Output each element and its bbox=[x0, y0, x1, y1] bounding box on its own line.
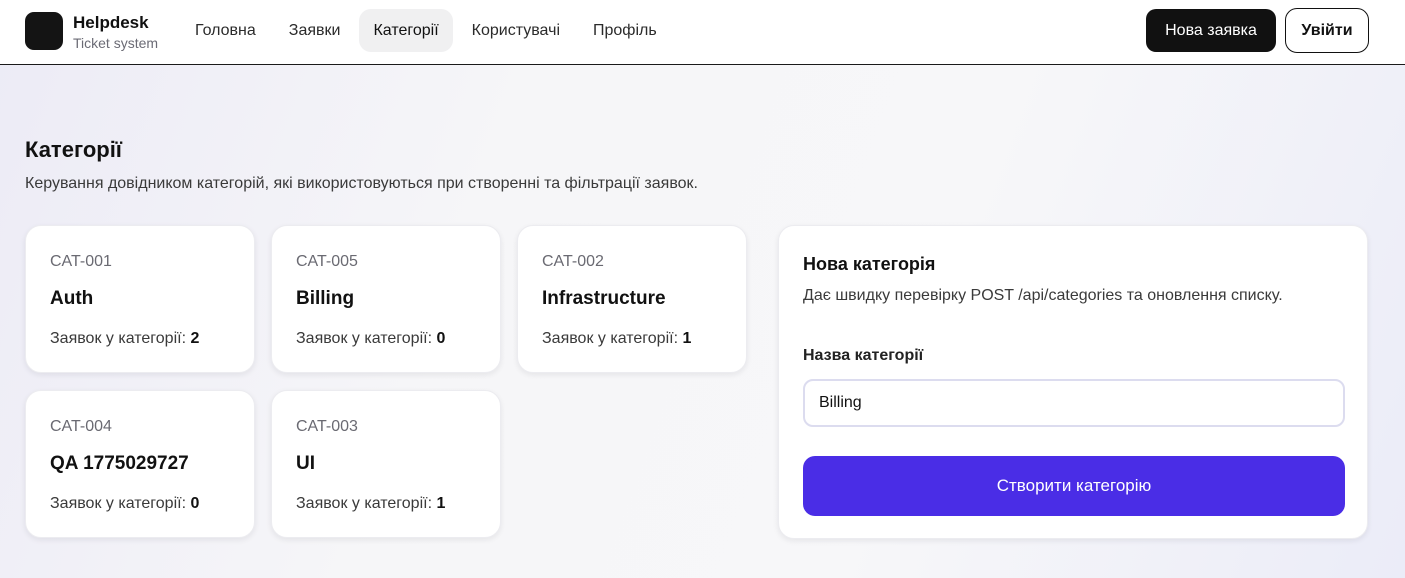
category-card: CAT-003 UI Заявок у категорії: 1 bbox=[271, 390, 501, 538]
top-bar: Helpdesk Ticket system Головна Заявки Ка… bbox=[0, 0, 1405, 65]
category-name-input[interactable] bbox=[803, 379, 1345, 427]
count-label: Заявок у категорії: bbox=[542, 330, 679, 347]
nav-item-tickets[interactable]: Заявки bbox=[275, 9, 355, 52]
login-button[interactable]: Увійти bbox=[1285, 8, 1369, 53]
page-subtitle: Керування довідником категорій, які вико… bbox=[25, 175, 698, 192]
nav-item-home[interactable]: Головна bbox=[181, 9, 270, 52]
new-ticket-button[interactable]: Нова заявка bbox=[1146, 9, 1276, 52]
count-value: 0 bbox=[436, 330, 446, 347]
form-description: Дає швидку перевірку POST /api/categorie… bbox=[803, 287, 1283, 304]
category-code: CAT-003 bbox=[296, 418, 358, 435]
main-nav: Головна Заявки Категорії Користувачі Про… bbox=[181, 9, 676, 52]
category-card: CAT-005 Billing Заявок у категорії: 0 bbox=[271, 225, 501, 373]
brand-subtitle: Ticket system bbox=[73, 35, 159, 51]
count-value: 1 bbox=[682, 330, 692, 347]
category-name-label: Назва категорії bbox=[803, 347, 924, 364]
count-value: 1 bbox=[436, 495, 446, 512]
category-name: Billing bbox=[296, 288, 355, 309]
nav-item-categories[interactable]: Категорії bbox=[359, 9, 453, 52]
category-name: Auth bbox=[50, 288, 94, 309]
category-code: CAT-004 bbox=[50, 418, 112, 435]
form-title: Нова категорія bbox=[803, 254, 936, 274]
category-name: UI bbox=[296, 453, 315, 474]
count-label: Заявок у категорії: bbox=[296, 495, 433, 512]
category-code: CAT-001 bbox=[50, 253, 112, 270]
category-ticket-count: Заявок у категорії: 1 bbox=[296, 495, 445, 513]
category-card: CAT-002 Infrastructure Заявок у категорі… bbox=[517, 225, 747, 373]
nav-item-users[interactable]: Користувачі bbox=[458, 9, 574, 52]
category-code: CAT-005 bbox=[296, 253, 358, 270]
count-label: Заявок у категорії: bbox=[50, 330, 187, 347]
category-ticket-count: Заявок у категорії: 0 bbox=[296, 330, 445, 348]
category-code: CAT-002 bbox=[542, 253, 604, 270]
category-name: QA 1775029727 bbox=[50, 453, 189, 474]
category-ticket-count: Заявок у категорії: 2 bbox=[50, 330, 199, 348]
category-card: CAT-004 QA 1775029727 Заявок у категорії… bbox=[25, 390, 255, 538]
page-title: Категорії bbox=[25, 137, 122, 162]
nav-item-profile[interactable]: Профіль bbox=[579, 9, 671, 52]
count-value: 0 bbox=[190, 495, 200, 512]
category-card: CAT-001 Auth Заявок у категорії: 2 bbox=[25, 225, 255, 373]
create-category-button[interactable]: Створити категорію bbox=[803, 456, 1345, 516]
category-name: Infrastructure bbox=[542, 288, 666, 309]
new-category-form: Нова категорія Дає швидку перевірку POST… bbox=[778, 225, 1368, 539]
count-label: Заявок у категорії: bbox=[296, 330, 433, 347]
category-ticket-count: Заявок у категорії: 1 bbox=[542, 330, 691, 348]
count-value: 2 bbox=[190, 330, 200, 347]
logo-icon[interactable] bbox=[25, 12, 63, 50]
count-label: Заявок у категорії: bbox=[50, 495, 187, 512]
brand-name: Helpdesk bbox=[73, 13, 149, 32]
category-ticket-count: Заявок у категорії: 0 bbox=[50, 495, 199, 513]
